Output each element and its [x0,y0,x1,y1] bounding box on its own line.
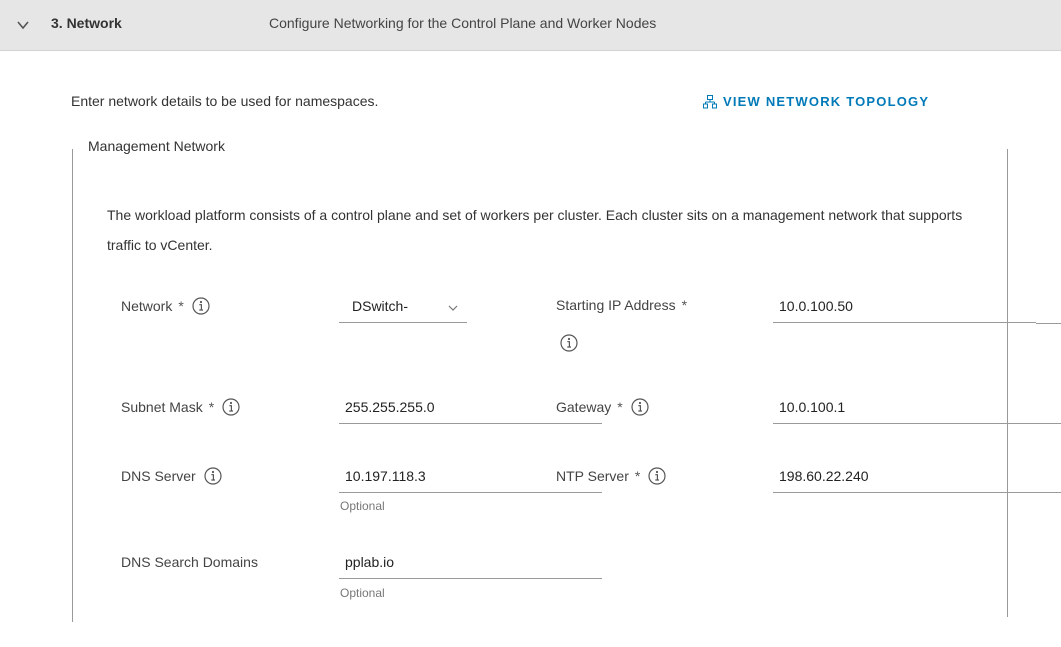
management-network-legend: Management Network [88,138,229,154]
view-network-topology-link[interactable]: VIEW NETWORK TOPOLOGY [703,94,929,109]
info-icon[interactable] [192,297,210,315]
subnet-mask-label-text: Subnet Mask [121,399,203,415]
section-header-network[interactable]: 3. Network Configure Networking for the … [0,0,1061,51]
topology-icon [703,94,717,108]
dns-server-label-text: DNS Server [121,468,196,484]
network-select[interactable]: DSwitch- [339,293,467,323]
chevron-down-icon[interactable] [16,18,30,32]
starting-ip-input[interactable] [773,294,1036,318]
required-marker: * [681,297,688,313]
intro-text: Enter network details to be used for nam… [71,93,379,109]
info-icon[interactable] [222,398,240,416]
fieldset-border-left [72,149,73,622]
info-icon[interactable] [560,334,578,352]
dns-search-domains-label: DNS Search Domains [121,554,258,570]
info-icon[interactable] [204,467,222,485]
dns-server-helper: Optional [340,499,385,513]
step-title: 3. Network [51,15,122,31]
starting-ip-label-text: Starting IP Address [556,297,676,313]
step-description: Configure Networking for the Control Pla… [269,15,657,31]
starting-ip-field[interactable] [773,294,1036,323]
ntp-server-field[interactable] [773,464,1061,493]
management-network-description: The workload platform consists of a cont… [107,207,963,253]
required-marker: * [178,298,184,314]
starting-ip-label: Starting IP Address * [556,297,687,313]
info-icon[interactable] [631,398,649,416]
view-network-topology-label: VIEW NETWORK TOPOLOGY [723,94,930,109]
field-underline-extension [1036,323,1061,324]
required-marker: * [617,399,623,415]
ntp-server-label: NTP Server * [556,467,666,485]
required-marker: * [634,468,641,484]
subnet-mask-label: Subnet Mask * [121,398,240,416]
dns-search-domains-label-text: DNS Search Domains [121,554,258,570]
gateway-label: Gateway * [556,398,649,416]
dns-search-domains-input[interactable] [339,550,602,574]
network-select-value: DSwitch- [352,298,409,314]
gateway-label-text: Gateway [556,399,612,415]
ntp-server-input[interactable] [773,464,1061,488]
gateway-input[interactable] [773,395,1061,419]
info-icon[interactable] [648,467,666,485]
gateway-field[interactable] [773,395,1061,424]
dns-server-label: DNS Server [121,467,222,485]
ntp-server-label-text: NTP Server [556,468,629,484]
dns-search-domains-field[interactable] [339,550,602,579]
fieldset-border-right [1007,149,1008,617]
chevron-down-icon [448,305,458,311]
dns-search-domains-helper: Optional [340,586,385,600]
network-label-text: Network [121,298,173,314]
network-label: Network * [121,297,210,315]
required-marker: * [208,399,215,415]
